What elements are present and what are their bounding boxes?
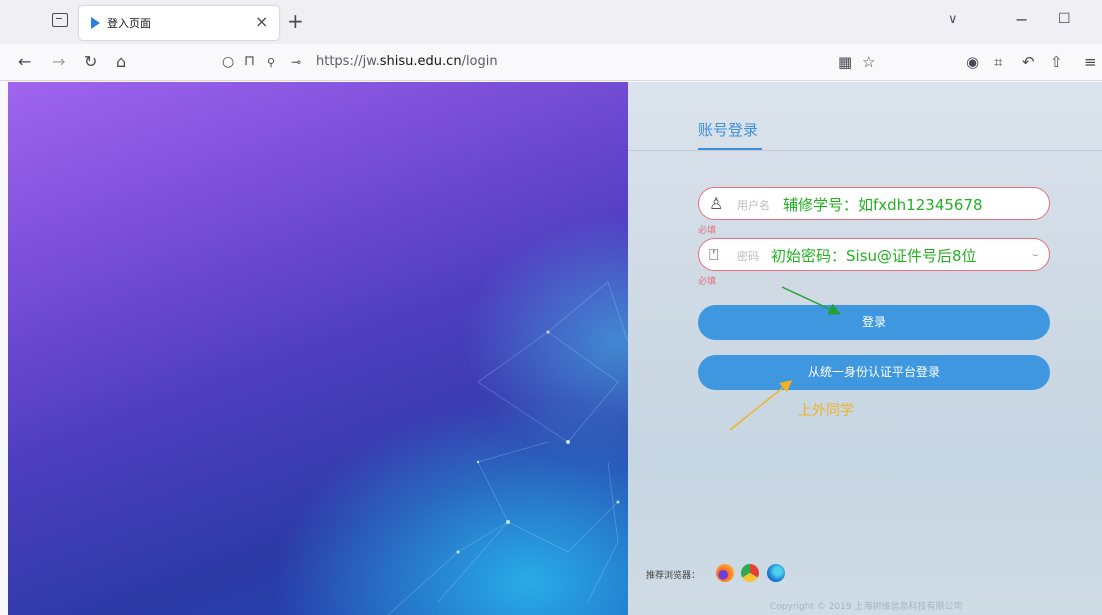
shield-icon[interactable]: ○ [222, 54, 234, 70]
password-placeholder: 密码 [737, 250, 759, 263]
minimize-button[interactable]: − [1015, 10, 1028, 29]
username-field[interactable]: ♙ 用户名 辅修学号：如fxdh12345678 [698, 187, 1050, 220]
password-required-text: 必填 [698, 277, 717, 287]
play-favicon-icon [91, 17, 100, 29]
copyright-text: Copyright © 2019 上海树维信息科技有限公司 [770, 602, 963, 612]
account-login-tab[interactable]: 账号登录 [698, 119, 758, 140]
user-icon: ♙ [709, 194, 724, 213]
url-bar[interactable]: https://jw.shisu.edu.cn/login [316, 54, 498, 69]
account-icon[interactable]: ◉ [966, 53, 979, 71]
qr-code-icon[interactable]: ▦ [838, 53, 852, 71]
home-icon[interactable]: ⌂ [116, 52, 126, 71]
reload-icon[interactable]: ↻ [84, 52, 97, 71]
login-button[interactable]: 登录 [698, 305, 1050, 340]
annotation-text: 上外同学 [798, 403, 854, 419]
maximize-button[interactable]: ☐ [1058, 11, 1071, 27]
permissions-icon[interactable]: ⚲ [267, 56, 275, 69]
menu-icon[interactable]: ≡ [1084, 53, 1097, 71]
undo-icon[interactable]: ↶ [1022, 53, 1035, 71]
edge-icon[interactable] [767, 564, 785, 582]
navigation-bar: ← → ↻ ⌂ ○ ⊓ ⚲ ⊸ https://jw.shisu.edu.cn/… [0, 44, 1102, 81]
tab-title: 登入页面 [107, 17, 151, 30]
lock-icon: ⍞ [709, 245, 719, 264]
recommended-browsers-label: 推荐浏览器： [646, 571, 701, 581]
password-annotation: 初始密码：Sisu@证件号后8位 [771, 247, 977, 265]
bookmark-star-icon[interactable]: ☆ [862, 53, 875, 71]
network-lines-decoration [387, 281, 628, 615]
screenshot-icon[interactable]: ⌗ [994, 53, 1002, 71]
tab-bar: 登入页面 × + ∨ − ☐ [0, 0, 1102, 44]
password-field[interactable]: ⍞ 密码 初始密码：Sisu@证件号后8位 ⌣ [698, 238, 1050, 271]
login-page: 账号登录 ♙ 用户名 辅修学号：如fxdh12345678 必填 ⍞ 密码 初始… [8, 82, 1102, 615]
key-icon[interactable]: ⊸ [291, 55, 301, 69]
chrome-icon[interactable] [741, 564, 759, 582]
username-annotation: 辅修学号：如fxdh12345678 [783, 196, 983, 214]
divider [628, 150, 1102, 151]
username-placeholder: 用户名 [737, 199, 770, 212]
eye-closed-icon[interactable]: ⌣ [1032, 248, 1039, 262]
username-required-text: 必填 [698, 226, 717, 236]
login-panel: 账号登录 ♙ 用户名 辅修学号：如fxdh12345678 必填 ⍞ 密码 初始… [628, 82, 1102, 615]
tab-list-icon[interactable] [52, 13, 68, 27]
hero-background [8, 82, 628, 615]
forward-icon[interactable]: → [52, 52, 65, 71]
firefox-icon[interactable] [716, 564, 734, 582]
extensions-icon[interactable]: ⇧ [1050, 53, 1063, 71]
sso-login-button[interactable]: 从统一身份认证平台登录 [698, 355, 1050, 390]
lock-icon[interactable]: ⊓ [244, 53, 255, 69]
browser-tab[interactable]: 登入页面 × [79, 6, 279, 40]
tab-close-icon[interactable]: × [255, 12, 268, 31]
new-tab-button[interactable]: + [287, 9, 304, 33]
back-icon[interactable]: ← [18, 52, 31, 71]
tab-list-chevron-icon[interactable]: ∨ [948, 12, 958, 27]
